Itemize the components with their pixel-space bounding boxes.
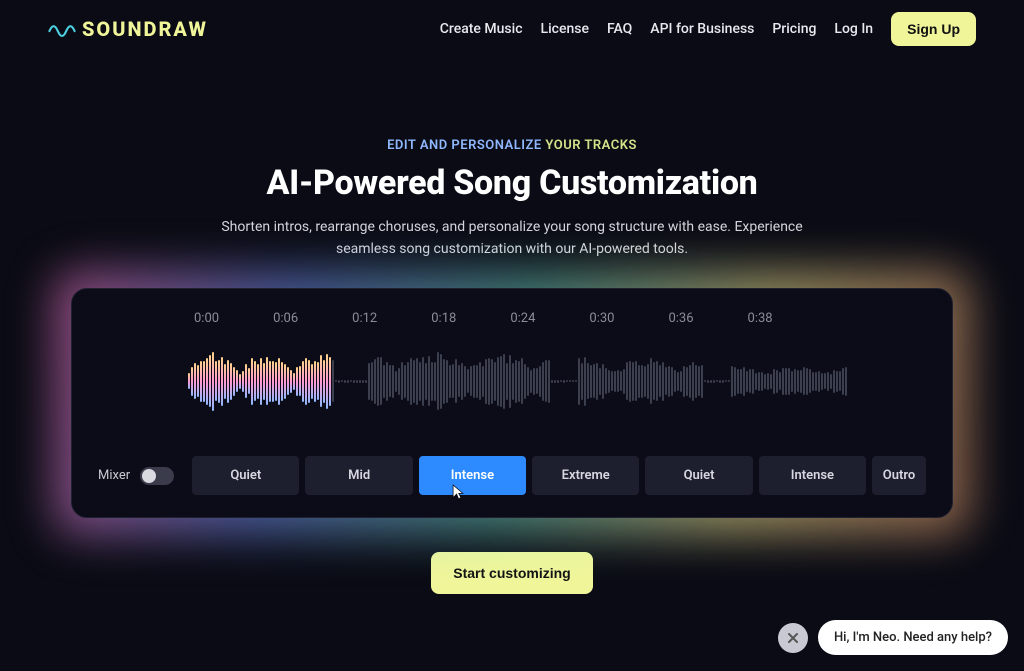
song-editor-panel: 0:00 0:06 0:12 0:18 0:24 0:30 0:36 0:38 …	[71, 288, 953, 518]
top-nav: Create Music License FAQ API for Busines…	[440, 12, 976, 46]
waveform-display[interactable]	[188, 346, 926, 416]
cursor-icon	[451, 483, 465, 501]
eyebrow-part-a: EDIT AND PERSONALIZE	[387, 138, 542, 153]
timeline-ruler: 0:00 0:06 0:12 0:18 0:24 0:30 0:36 0:38	[98, 311, 926, 326]
nav-faq[interactable]: FAQ	[607, 21, 632, 37]
segment-outro[interactable]: Outro	[872, 456, 926, 495]
segment-intense-2[interactable]: Intense	[759, 456, 866, 495]
start-customizing-button[interactable]: Start customizing	[431, 552, 592, 594]
hero-section: EDIT AND PERSONALIZE YOUR TRACKS AI-Powe…	[0, 138, 1024, 260]
eyebrow-part-b: YOUR TRACKS	[542, 138, 637, 153]
brand-logo[interactable]: SOUNDRAW	[48, 17, 208, 41]
segment-buttons: Quiet Mid Intense Extreme Quiet Intense …	[192, 456, 926, 495]
time-marker: 0:12	[352, 311, 377, 326]
mixer-label: Mixer	[98, 468, 130, 483]
hero-subtitle: Shorten intros, rearrange choruses, and …	[207, 217, 817, 260]
time-marker: 0:18	[431, 311, 456, 326]
close-icon	[787, 632, 799, 644]
segment-quiet[interactable]: Quiet	[192, 456, 299, 495]
nav-license[interactable]: License	[541, 21, 589, 37]
time-marker: 0:38	[748, 311, 773, 326]
segment-extreme[interactable]: Extreme	[532, 456, 639, 495]
nav-api[interactable]: API for Business	[650, 21, 754, 37]
time-marker: 0:06	[273, 311, 298, 326]
nav-login[interactable]: Log In	[834, 21, 873, 37]
segment-label: Intense	[451, 468, 494, 483]
hero-title: AI-Powered Song Customization	[40, 163, 984, 203]
time-marker: 0:30	[589, 311, 614, 326]
chat-widget: Hi, I'm Neo. Need any help?	[778, 620, 1008, 655]
mixer-row: Mixer Quiet Mid Intense Extreme Quiet In…	[98, 456, 926, 495]
time-marker: 0:00	[194, 311, 219, 326]
chat-close-button[interactable]	[778, 623, 808, 653]
nav-pricing[interactable]: Pricing	[772, 21, 816, 37]
segment-intense[interactable]: Intense	[419, 456, 526, 495]
mixer-toggle[interactable]	[140, 467, 174, 485]
logo-wave-icon	[48, 17, 76, 41]
segment-mid[interactable]: Mid	[305, 456, 412, 495]
time-marker: 0:36	[668, 311, 693, 326]
time-marker: 0:24	[510, 311, 535, 326]
chat-message[interactable]: Hi, I'm Neo. Need any help?	[818, 620, 1008, 655]
brand-name: SOUNDRAW	[82, 17, 208, 41]
header: SOUNDRAW Create Music License FAQ API fo…	[0, 0, 1024, 58]
nav-create-music[interactable]: Create Music	[440, 21, 523, 37]
hero-eyebrow: EDIT AND PERSONALIZE YOUR TRACKS	[40, 138, 984, 153]
segment-quiet-2[interactable]: Quiet	[645, 456, 752, 495]
signup-button[interactable]: Sign Up	[891, 12, 976, 46]
editor-glow: 0:00 0:06 0:12 0:18 0:24 0:30 0:36 0:38 …	[67, 284, 957, 522]
